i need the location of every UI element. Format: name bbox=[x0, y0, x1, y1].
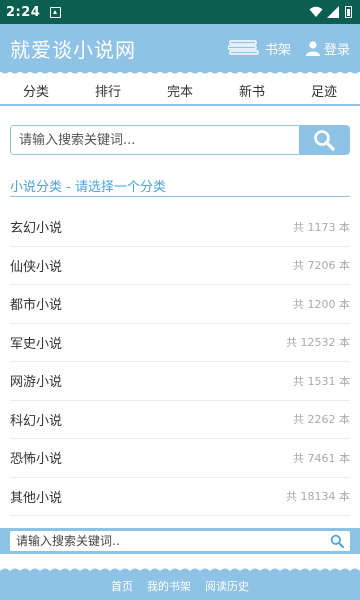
category-name: 科幻小说 bbox=[10, 413, 63, 429]
app-header: 就爱谈小说网 书架 登录 bbox=[0, 24, 360, 72]
category-item[interactable]: 网游小说 共 1531 本 bbox=[10, 362, 350, 401]
nav-item-completed[interactable]: 完本 bbox=[167, 81, 193, 100]
section-title: 小说分类 - 请选择一个分类 bbox=[10, 180, 166, 195]
search-button-top[interactable] bbox=[299, 126, 349, 154]
category-item[interactable]: 都市小说 共 1200 本 bbox=[10, 285, 350, 324]
category-name: 仙侠小说 bbox=[10, 259, 63, 275]
search-icon bbox=[314, 130, 335, 151]
user-icon bbox=[305, 41, 320, 56]
search-box-bottom bbox=[10, 531, 350, 551]
category-count: 共 1173 本 bbox=[293, 220, 350, 234]
category-name: 都市小说 bbox=[10, 298, 63, 314]
nav-item-category[interactable]: 分类 bbox=[23, 81, 49, 100]
footer-link-bookshelf[interactable]: 我的书架 bbox=[147, 574, 191, 600]
status-time: 2:24 bbox=[6, 4, 41, 20]
category-item[interactable]: 玄幻小说 共 1173 本 bbox=[10, 208, 350, 247]
main-nav: 分类 排行 完本 新书 足迹 bbox=[0, 76, 360, 104]
bookshelf-icon bbox=[227, 40, 259, 55]
category-name: 玄幻小说 bbox=[10, 221, 63, 237]
search-input-bottom[interactable] bbox=[16, 534, 330, 548]
wifi-icon bbox=[309, 6, 323, 17]
category-count: 共 7206 本 bbox=[293, 259, 350, 273]
footer-link-home[interactable]: 首页 bbox=[111, 574, 133, 600]
search-bar-top bbox=[10, 125, 350, 155]
header-wave-edge bbox=[0, 68, 360, 74]
site-title[interactable]: 就爱谈小说网 bbox=[10, 34, 136, 63]
category-name: 其他小说 bbox=[10, 490, 63, 506]
nav-item-history[interactable]: 足迹 bbox=[311, 81, 337, 100]
category-name: 恐怖小说 bbox=[10, 452, 63, 468]
bookshelf-label: 书架 bbox=[264, 42, 291, 58]
category-count: 共 1531 本 bbox=[293, 374, 350, 388]
search-bar-bottom bbox=[0, 528, 360, 554]
nav-divider bbox=[0, 104, 360, 106]
signal-icon bbox=[327, 6, 339, 18]
category-item[interactable]: 恐怖小说 共 7461 本 bbox=[10, 439, 350, 478]
category-count: 共 12532 本 bbox=[286, 336, 350, 350]
category-count: 共 1200 本 bbox=[293, 297, 350, 311]
category-item[interactable]: 科幻小说 共 2262 本 bbox=[10, 401, 350, 439]
category-count: 共 2262 本 bbox=[293, 413, 350, 427]
search-icon[interactable] bbox=[330, 534, 344, 548]
footer: 首页 我的书架 阅读历史 bbox=[0, 572, 360, 600]
status-bar: 2:24 bbox=[0, 0, 360, 24]
category-item[interactable]: 军史小说 共 12532 本 bbox=[10, 324, 350, 362]
category-item[interactable]: 其他小说 共 18134 本 bbox=[10, 478, 350, 516]
category-count: 共 7461 本 bbox=[293, 451, 350, 465]
login-link[interactable]: 登录 bbox=[305, 39, 350, 58]
category-item[interactable]: 仙侠小说 共 7206 本 bbox=[10, 247, 350, 285]
login-label: 登录 bbox=[323, 42, 350, 58]
section-divider bbox=[10, 196, 350, 197]
nav-item-ranking[interactable]: 排行 bbox=[95, 81, 121, 100]
notification-icon bbox=[50, 6, 62, 18]
footer-link-history[interactable]: 阅读历史 bbox=[205, 574, 249, 600]
category-count: 共 18134 本 bbox=[286, 490, 350, 504]
category-list: 玄幻小说 共 1173 本 仙侠小说 共 7206 本 都市小说 共 1200 … bbox=[10, 208, 350, 516]
status-icons bbox=[309, 6, 352, 18]
category-name: 军史小说 bbox=[10, 336, 63, 352]
bookshelf-link[interactable]: 书架 bbox=[227, 39, 291, 58]
search-input-top[interactable] bbox=[11, 126, 299, 154]
battery-icon bbox=[345, 6, 352, 18]
category-name: 网游小说 bbox=[10, 375, 63, 391]
nav-item-new-books[interactable]: 新书 bbox=[239, 81, 265, 100]
